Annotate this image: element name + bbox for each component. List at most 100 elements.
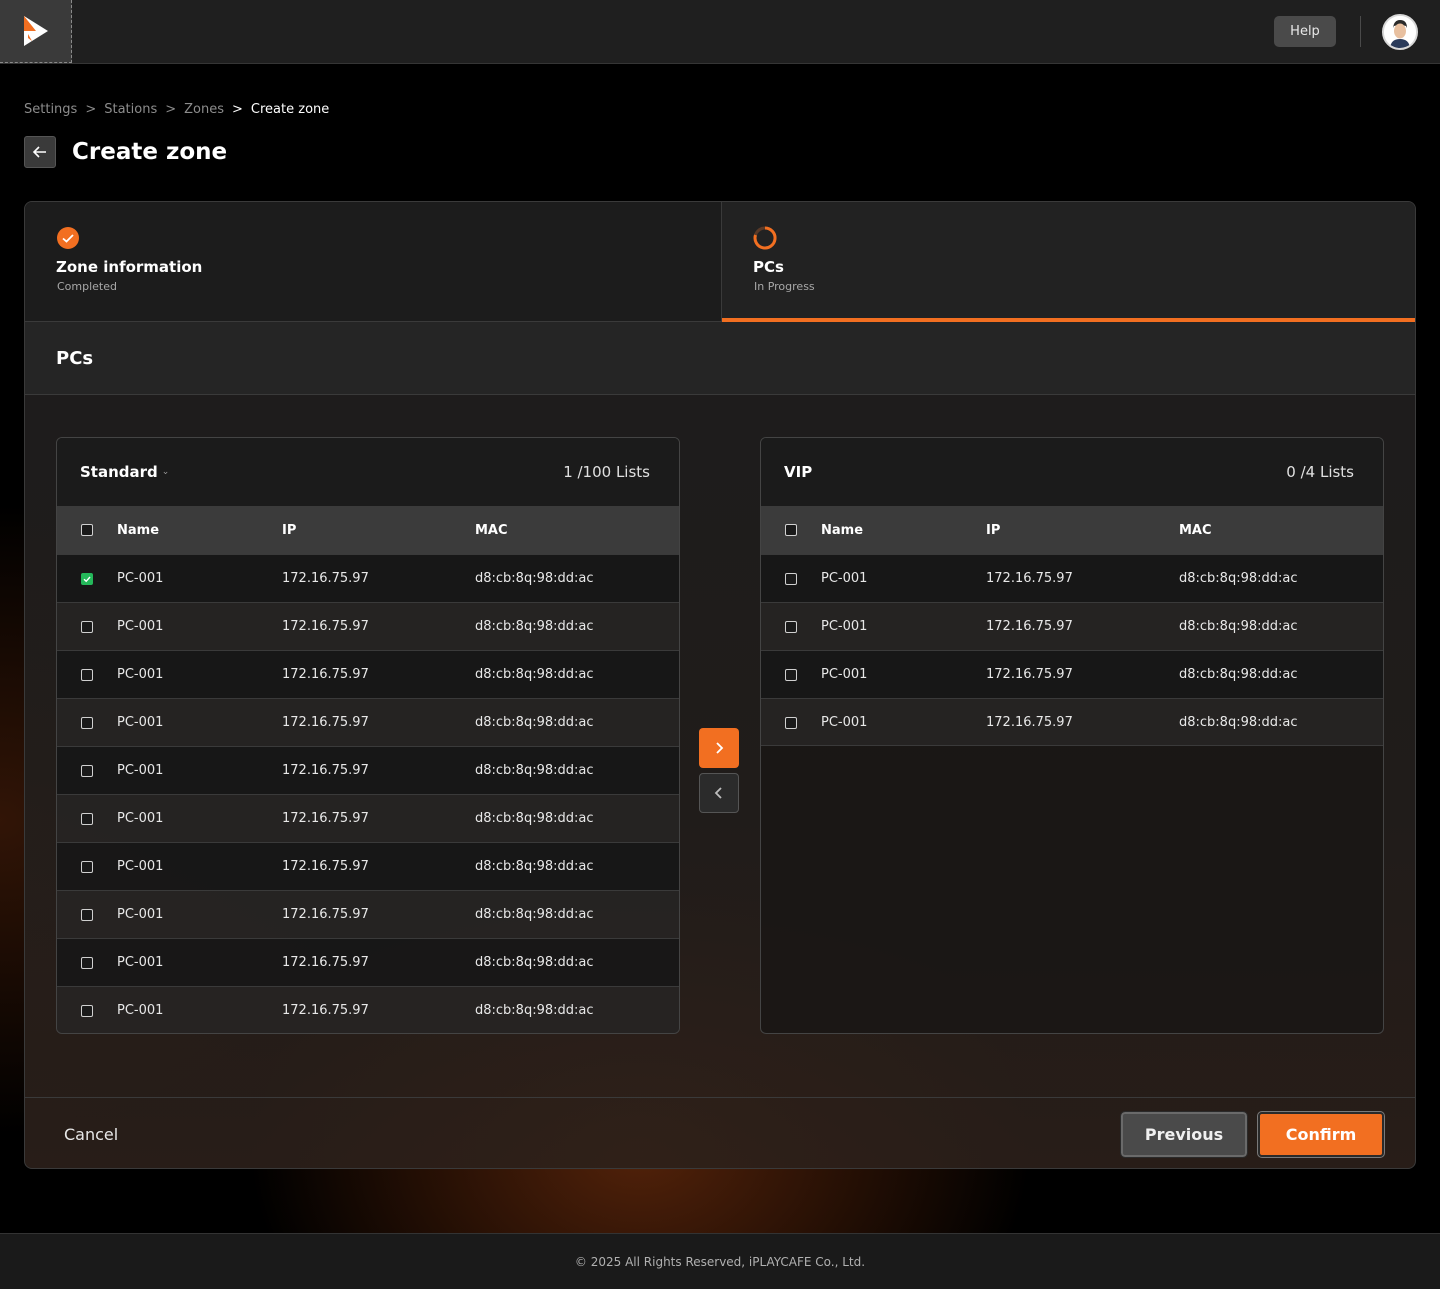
table-row[interactable]: PC-001 172.16.75.97 d8:cb:8q:98:dd:ac	[761, 650, 1383, 698]
page-title: Create zone	[72, 139, 228, 165]
cancel-button[interactable]: Cancel	[64, 1125, 118, 1144]
row-checkbox[interactable]	[81, 572, 93, 585]
pc-mac: d8:cb:8q:98:dd:ac	[475, 811, 594, 826]
pc-name: PC-001	[117, 715, 164, 730]
user-avatar[interactable]	[1382, 14, 1418, 50]
vip-panel: VIP 0 /4 Lists Name IP MAC PC-001 172.16.…	[760, 437, 1384, 1034]
zone-type-dropdown[interactable]: Standard ⌄	[80, 463, 169, 481]
pc-mac: d8:cb:8q:98:dd:ac	[1179, 619, 1298, 634]
column-mac: MAC	[475, 522, 508, 538]
row-checkbox[interactable]	[81, 812, 93, 825]
section-header: PCs	[25, 322, 1415, 395]
pc-ip: 172.16.75.97	[986, 619, 1073, 634]
pc-ip: 172.16.75.97	[282, 571, 369, 586]
play-logo-icon	[23, 16, 48, 46]
pc-name: PC-001	[117, 571, 164, 586]
pc-name: PC-001	[117, 667, 164, 682]
table-row[interactable]: PC-001 172.16.75.97 d8:cb:8q:98:dd:ac	[57, 554, 679, 602]
step-title: Zone information	[56, 258, 203, 276]
list-count: 0 /4 Lists	[1286, 463, 1354, 481]
table-body: PC-001 172.16.75.97 d8:cb:8q:98:dd:ac PC-00…	[57, 554, 679, 1033]
pc-mac: d8:cb:8q:98:dd:ac	[1179, 715, 1298, 730]
pc-name: PC-001	[821, 571, 868, 586]
row-checkbox-cell	[81, 555, 93, 602]
row-checkbox[interactable]	[785, 620, 797, 633]
pc-ip: 172.16.75.97	[986, 571, 1073, 586]
table-row[interactable]: PC-001 172.16.75.97 d8:cb:8q:98:dd:ac	[57, 842, 679, 890]
card-footer: Cancel Previous Confirm	[25, 1097, 1415, 1168]
pc-mac: d8:cb:8q:98:dd:ac	[475, 955, 594, 970]
table-header: Name IP MAC	[57, 506, 679, 554]
table-row[interactable]: PC-001 172.16.75.97 d8:cb:8q:98:dd:ac	[57, 698, 679, 746]
table-row[interactable]: PC-001 172.16.75.97 d8:cb:8q:98:dd:ac	[57, 602, 679, 650]
row-checkbox-cell	[785, 699, 797, 746]
chevron-right-icon	[716, 742, 724, 754]
move-right-button[interactable]	[699, 728, 739, 768]
table-row[interactable]: PC-001 172.16.75.97 d8:cb:8q:98:dd:ac	[57, 650, 679, 698]
logo[interactable]	[0, 0, 72, 63]
table-row[interactable]: PC-001 172.16.75.97 d8:cb:8q:98:dd:ac	[761, 698, 1383, 746]
step-zone-information[interactable]: Zone information Completed	[25, 202, 721, 322]
back-button[interactable]	[24, 136, 56, 168]
pc-ip: 172.16.75.97	[986, 715, 1073, 730]
chevron-left-icon	[714, 787, 722, 799]
pc-ip: 172.16.75.97	[282, 907, 369, 922]
move-left-button[interactable]	[699, 773, 739, 813]
row-checkbox[interactable]	[81, 956, 93, 969]
row-checkbox[interactable]	[81, 764, 93, 777]
column-name: Name	[117, 522, 160, 538]
pc-mac: d8:cb:8q:98:dd:ac	[475, 571, 594, 586]
row-checkbox[interactable]	[81, 620, 93, 633]
table-body: PC-001 172.16.75.97 d8:cb:8q:98:dd:ac PC-00…	[761, 554, 1383, 746]
panel-title: VIP	[784, 463, 813, 481]
pc-mac: d8:cb:8q:98:dd:ac	[1179, 667, 1298, 682]
table-row[interactable]: PC-001 172.16.75.97 d8:cb:8q:98:dd:ac	[57, 746, 679, 794]
row-checkbox[interactable]	[81, 860, 93, 873]
pc-name: PC-001	[117, 859, 164, 874]
table-row[interactable]: PC-001 172.16.75.97 d8:cb:8q:98:dd:ac	[57, 794, 679, 842]
table-row[interactable]: PC-001 172.16.75.97 d8:cb:8q:98:dd:ac	[57, 890, 679, 938]
panel-title: Standard	[80, 463, 158, 481]
pc-mac: d8:cb:8q:98:dd:ac	[475, 667, 594, 682]
select-all-checkbox[interactable]	[81, 524, 93, 536]
pc-name: PC-001	[117, 907, 164, 922]
column-name: Name	[821, 522, 864, 538]
breadcrumb-zones[interactable]: Zones	[184, 102, 224, 117]
pc-name: PC-001	[821, 715, 868, 730]
list-count: 1 /100 Lists	[563, 463, 650, 481]
row-checkbox[interactable]	[785, 572, 797, 585]
top-bar: Help	[0, 0, 1440, 64]
table-header: Name IP MAC	[761, 506, 1383, 554]
row-checkbox-cell	[81, 987, 93, 1033]
column-mac: MAC	[1179, 522, 1212, 538]
row-checkbox[interactable]	[785, 716, 797, 729]
confirm-button[interactable]: Confirm	[1257, 1111, 1385, 1158]
column-ip: IP	[986, 522, 1001, 538]
divider	[1360, 16, 1361, 47]
select-all-checkbox[interactable]	[785, 524, 797, 536]
breadcrumb-separator: >	[85, 102, 97, 117]
row-checkbox-cell	[81, 795, 93, 842]
row-checkbox[interactable]	[81, 668, 93, 681]
breadcrumb-settings[interactable]: Settings	[24, 102, 77, 117]
row-checkbox-cell	[81, 891, 93, 938]
row-checkbox[interactable]	[81, 1004, 93, 1017]
help-button[interactable]: Help	[1274, 16, 1336, 47]
panel-header: Standard ⌄ 1 /100 Lists	[57, 438, 679, 506]
breadcrumb-stations[interactable]: Stations	[104, 102, 157, 117]
row-checkbox[interactable]	[785, 668, 797, 681]
step-pcs[interactable]: PCs In Progress	[721, 202, 1415, 322]
table-row[interactable]: PC-001 172.16.75.97 d8:cb:8q:98:dd:ac	[57, 986, 679, 1033]
pc-ip: 172.16.75.97	[282, 715, 369, 730]
table-row[interactable]: PC-001 172.16.75.97 d8:cb:8q:98:dd:ac	[761, 602, 1383, 650]
table-row[interactable]: PC-001 172.16.75.97 d8:cb:8q:98:dd:ac	[761, 554, 1383, 602]
previous-button[interactable]: Previous	[1120, 1111, 1248, 1158]
row-checkbox[interactable]	[81, 908, 93, 921]
pc-ip: 172.16.75.97	[282, 667, 369, 682]
pc-ip: 172.16.75.97	[282, 955, 369, 970]
row-checkbox-cell	[81, 843, 93, 890]
row-checkbox-cell	[81, 699, 93, 746]
row-checkbox[interactable]	[81, 716, 93, 729]
pc-mac: d8:cb:8q:98:dd:ac	[475, 907, 594, 922]
table-row[interactable]: PC-001 172.16.75.97 d8:cb:8q:98:dd:ac	[57, 938, 679, 986]
